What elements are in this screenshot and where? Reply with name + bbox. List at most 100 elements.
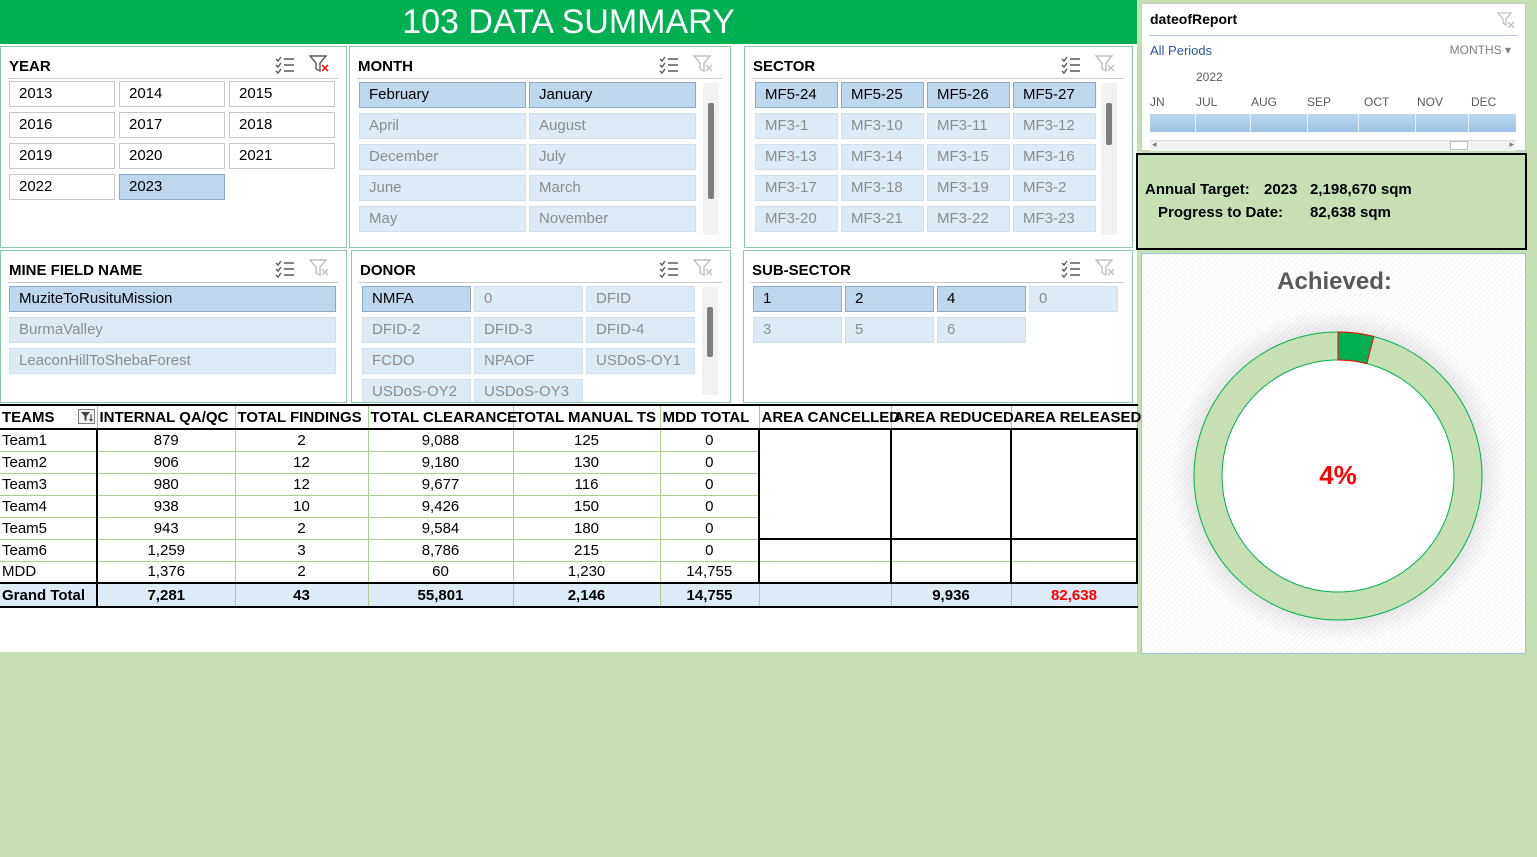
filter-dropdown-icon[interactable] [77,409,95,424]
scroll-left-icon[interactable]: ◂ [1152,139,1157,150]
table-header-row: TEAMS INTERNAL QA/QC TOTAL FINDINGS TOTAL C… [0,404,1141,430]
year-item[interactable]: 2013 [9,81,115,107]
multi-select-icon[interactable] [658,259,678,279]
clear-filter-icon[interactable] [692,258,716,280]
sector-item[interactable]: MF3-22 [927,206,1010,232]
sector-item[interactable]: MF3-12 [1013,113,1096,139]
sector-item[interactable]: MF3-11 [927,113,1010,139]
year-item[interactable]: 2017 [119,112,225,138]
year-item[interactable]: 2022 [9,174,115,200]
month-item[interactable]: June [359,175,526,201]
year-item[interactable]: 2023 [119,174,225,200]
timeline-month-label[interactable]: JUL [1196,95,1217,109]
timeline-month-label[interactable]: SEP [1307,95,1331,109]
timeline-month-label[interactable]: DEC [1471,95,1496,109]
timeline-scrollbar[interactable]: ◂ ▸ [1150,139,1516,151]
donor-item[interactable]: NPAOF [474,348,583,374]
donor-item[interactable]: USDoS-OY1 [586,348,695,374]
sector-item[interactable]: MF3-23 [1013,206,1096,232]
clear-filter-icon[interactable] [1497,12,1515,28]
subsector-item[interactable]: 3 [753,317,842,343]
year-item[interactable]: 2014 [119,81,225,107]
multi-select-icon[interactable] [1060,259,1080,279]
subsector-item[interactable]: 0 [1029,286,1118,312]
year-item[interactable]: 2015 [229,81,335,107]
clear-filter-icon[interactable] [692,54,716,76]
timeline-month-label[interactable]: AUG [1251,95,1277,109]
sector-item[interactable]: MF5-25 [841,82,924,108]
month-item[interactable]: January [529,82,696,108]
year-item[interactable]: 2019 [9,143,115,169]
sector-item[interactable]: MF3-16 [1013,144,1096,170]
scroll-thumb[interactable] [1450,141,1468,150]
timeline-selection-bar[interactable] [1150,114,1516,132]
timeline-month-label[interactable]: NOV [1417,95,1443,109]
month-item[interactable]: November [529,206,696,232]
sector-item[interactable]: MF3-15 [927,144,1010,170]
year-item[interactable]: 2020 [119,143,225,169]
sector-item[interactable]: MF3-1 [755,113,838,139]
donor-item[interactable]: DFID-3 [474,317,583,343]
page-title: 103 DATA SUMMARY [0,0,1137,44]
sector-item[interactable]: MF3-2 [1013,175,1096,201]
donor-item[interactable]: DFID-2 [362,317,471,343]
subsector-item[interactable]: 2 [845,286,934,312]
sector-item[interactable]: MF5-26 [927,82,1010,108]
month-item[interactable]: April [359,113,526,139]
sector-item[interactable]: MF3-20 [755,206,838,232]
donor-item[interactable]: DFID [586,286,695,312]
subsector-item[interactable]: 5 [845,317,934,343]
clear-filter-icon[interactable] [1094,258,1118,280]
timeline-month-label[interactable]: OCT [1364,95,1389,109]
month-item[interactable]: July [529,144,696,170]
multi-select-icon[interactable] [274,259,294,279]
sector-item[interactable]: MF3-14 [841,144,924,170]
column-header[interactable]: TEAMS [0,404,98,430]
slicer-scrollbar[interactable] [703,83,719,235]
table-cell: 879 [97,429,236,452]
slicer-scrollbar[interactable] [1101,83,1117,235]
timeline-month-label[interactable]: JN [1150,95,1165,109]
clear-filter-icon[interactable] [308,54,332,76]
year-item[interactable]: 2016 [9,112,115,138]
multi-select-icon[interactable] [1060,55,1080,75]
month-item[interactable]: December [359,144,526,170]
subsector-item[interactable]: 4 [937,286,1026,312]
minefield-item[interactable]: LeaconHillToShebaForest [9,348,336,374]
minefield-item[interactable]: MuziteToRusituMission [9,286,336,312]
donor-item[interactable]: 0 [474,286,583,312]
scroll-thumb[interactable] [1106,103,1112,145]
scroll-thumb[interactable] [707,307,713,357]
subsector-item[interactable]: 1 [753,286,842,312]
donor-item[interactable]: FCDO [362,348,471,374]
scroll-right-icon[interactable]: ▸ [1509,139,1514,150]
year-item[interactable]: 2021 [229,143,335,169]
month-item[interactable]: August [529,113,696,139]
month-item[interactable]: March [529,175,696,201]
slicer-scrollbar[interactable] [702,287,718,395]
donor-item[interactable]: USDoS-OY3 [474,379,583,402]
minefield-item[interactable]: BurmaValley [9,317,336,343]
sector-item[interactable]: MF3-10 [841,113,924,139]
month-item[interactable]: May [359,206,526,232]
subsector-item[interactable]: 6 [937,317,1026,343]
year-item[interactable]: 2018 [229,112,335,138]
table-cell [890,495,1012,517]
month-item[interactable]: February [359,82,526,108]
sector-item[interactable]: MF3-21 [841,206,924,232]
sector-item[interactable]: MF5-24 [755,82,838,108]
multi-select-icon[interactable] [274,55,294,75]
donor-item[interactable]: USDoS-OY2 [362,379,471,402]
sector-item[interactable]: MF3-17 [755,175,838,201]
sector-item[interactable]: MF3-18 [841,175,924,201]
clear-filter-icon[interactable] [1094,54,1118,76]
time-level-dropdown[interactable]: MONTHS ▾ [1450,43,1511,57]
sector-item[interactable]: MF3-19 [927,175,1010,201]
donor-item[interactable]: DFID-4 [586,317,695,343]
sector-item[interactable]: MF5-27 [1013,82,1096,108]
multi-select-icon[interactable] [658,55,678,75]
donor-item[interactable]: NMFA [362,286,471,312]
scroll-thumb[interactable] [708,103,714,199]
sector-item[interactable]: MF3-13 [755,144,838,170]
clear-filter-icon[interactable] [308,258,332,280]
